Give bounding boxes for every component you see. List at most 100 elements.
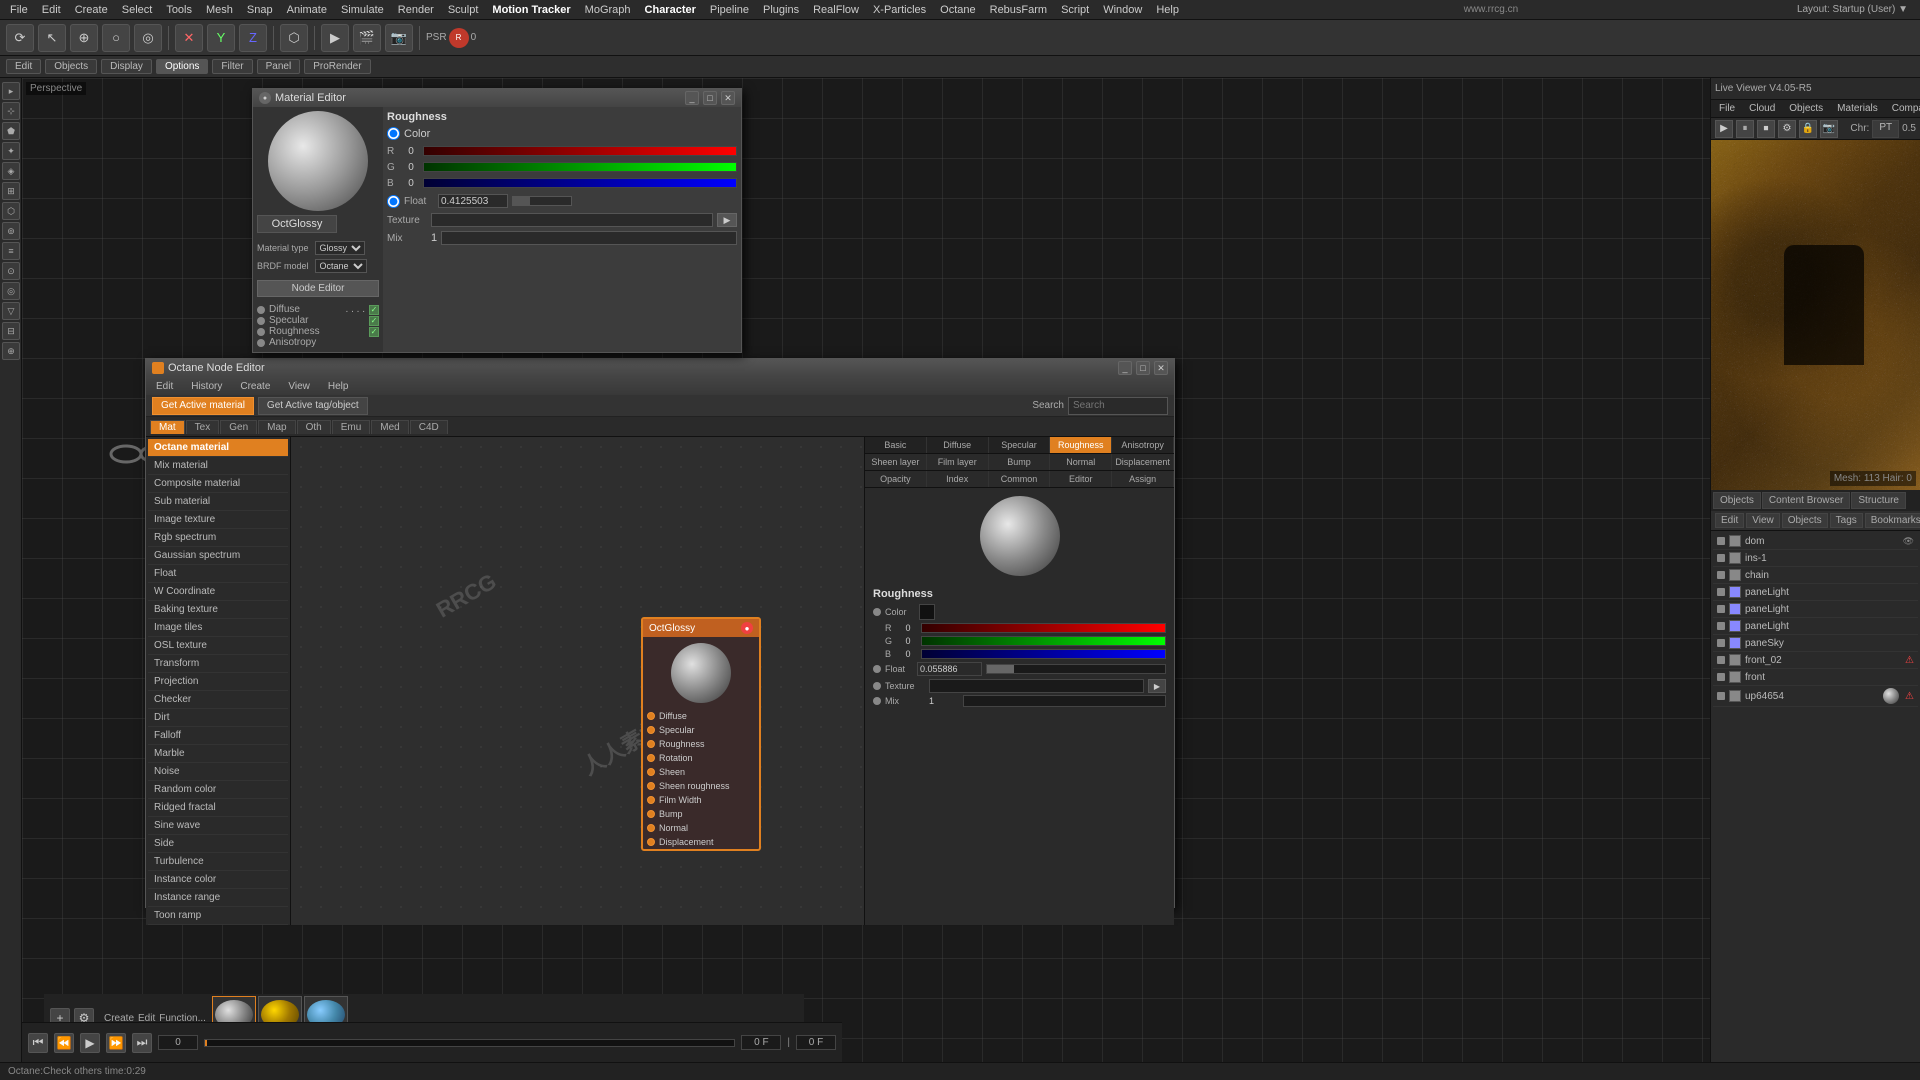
rp-item-panelight2[interactable]: paneLight — [1713, 601, 1918, 618]
ne-mat-osl[interactable]: OSL texture — [148, 637, 288, 655]
left-icon-9[interactable]: ≡ — [2, 242, 20, 260]
ne-tab-editor[interactable]: Editor — [1050, 471, 1112, 487]
ne-float-slider[interactable] — [986, 664, 1166, 674]
ne-tab-oth[interactable]: Oth — [297, 420, 331, 434]
g-slider-track[interactable] — [423, 162, 737, 172]
rp-bookmarks-btn[interactable]: Bookmarks — [1865, 513, 1920, 528]
ne-tab-c4d[interactable]: C4D — [410, 420, 448, 434]
render-btn[interactable]: ▶ — [321, 24, 349, 52]
ne-mat-dirt[interactable]: Dirt — [148, 709, 288, 727]
rotate-tool[interactable]: ⟳ — [6, 24, 34, 52]
menu-animate[interactable]: Animate — [281, 2, 333, 18]
ne-maximize[interactable]: □ — [1136, 361, 1150, 375]
y-axis[interactable]: Y — [207, 24, 235, 52]
menu-edit[interactable]: Edit — [36, 2, 67, 18]
ne-tab-common[interactable]: Common — [989, 471, 1051, 487]
ne-mat-ridged[interactable]: Ridged fractal — [148, 799, 288, 817]
ne-mat-image-tiles[interactable]: Image tiles — [148, 619, 288, 637]
mat-editor-close[interactable]: ✕ — [721, 91, 735, 105]
ne-mat-instance-color[interactable]: Instance color — [148, 871, 288, 889]
sec-options[interactable]: Options — [156, 59, 208, 74]
ne-mat-side[interactable]: Side — [148, 835, 288, 853]
ne-color-swatch[interactable] — [919, 604, 935, 620]
menu-help[interactable]: Help — [1150, 2, 1185, 18]
ne-b-slider[interactable] — [921, 649, 1166, 659]
ne-minimize[interactable]: _ — [1118, 361, 1132, 375]
menu-xparticles[interactable]: X-Particles — [867, 2, 932, 18]
menu-tools[interactable]: Tools — [160, 2, 198, 18]
oct-menu-compare[interactable]: Compare — [1888, 103, 1920, 114]
play-back-btn[interactable]: ⏮ — [28, 1033, 48, 1053]
menu-character[interactable]: Character — [639, 2, 702, 18]
b-slider-track[interactable] — [423, 178, 737, 188]
oct-pause-icon[interactable]: ⏸ — [1736, 120, 1754, 138]
render-settings[interactable]: 📷 — [385, 24, 413, 52]
mat-editor-minimize[interactable]: _ — [685, 91, 699, 105]
ne-menu-create[interactable]: Create — [236, 381, 274, 392]
ne-mat-instance-range[interactable]: Instance range — [148, 889, 288, 907]
rp-item-front02[interactable]: front_02 ⚠ — [1713, 652, 1918, 669]
ne-mat-image-tex[interactable]: Image texture — [148, 511, 288, 529]
ne-tab-gen[interactable]: Gen — [220, 420, 257, 434]
menu-pipeline[interactable]: Pipeline — [704, 2, 755, 18]
float-slider[interactable] — [512, 196, 572, 206]
ne-tab-opacity[interactable]: Opacity — [865, 471, 927, 487]
ne-menu-history[interactable]: History — [187, 381, 226, 392]
float-input[interactable] — [438, 194, 508, 208]
move-tool[interactable]: ↖ — [38, 24, 66, 52]
ne-tab-sheen-layer[interactable]: Sheen layer — [865, 454, 927, 470]
ne-mat-turbulence[interactable]: Turbulence — [148, 853, 288, 871]
rp-item-panesky[interactable]: paneSky — [1713, 635, 1918, 652]
add-tool[interactable]: ⊕ — [70, 24, 98, 52]
texture-input[interactable] — [431, 213, 713, 227]
left-icon-6[interactable]: ⊞ — [2, 182, 20, 200]
specular-check[interactable]: ✓ — [369, 316, 379, 326]
left-icon-2[interactable]: ⊹ — [2, 102, 20, 120]
left-icon-13[interactable]: ⊟ — [2, 322, 20, 340]
ne-mat-falloff[interactable]: Falloff — [148, 727, 288, 745]
node-editor-titlebar[interactable]: Octane Node Editor _ □ ✕ — [146, 359, 1174, 377]
ne-mat-checker[interactable]: Checker — [148, 691, 288, 709]
ne-tab-roughness[interactable]: Roughness — [1050, 437, 1112, 453]
rp-tab-browser[interactable]: Content Browser — [1762, 492, 1850, 509]
get-active-tag-btn[interactable]: Get Active tag/object — [258, 397, 368, 415]
play-forward-btn[interactable]: ⏭ — [132, 1033, 152, 1053]
target-tool[interactable]: ◎ — [134, 24, 162, 52]
ne-mat-marble[interactable]: Marble — [148, 745, 288, 763]
ne-tex-input[interactable] — [929, 679, 1144, 693]
ne-mat-composite[interactable]: Composite material — [148, 475, 288, 493]
menu-simulate[interactable]: Simulate — [335, 2, 390, 18]
r-slider-track[interactable] — [423, 146, 737, 156]
menu-render[interactable]: Render — [392, 2, 440, 18]
ne-search-input[interactable] — [1068, 397, 1168, 415]
menu-plugins[interactable]: Plugins — [757, 2, 805, 18]
material-editor-titlebar[interactable]: ● Material Editor _ □ ✕ — [253, 89, 741, 107]
mat-brdf-select[interactable]: Octane — [315, 259, 367, 273]
diffuse-check[interactable]: ✓ — [369, 305, 379, 315]
oct-menu-objects[interactable]: Objects — [1785, 103, 1827, 114]
menu-rebusfarm[interactable]: RebusFarm — [984, 2, 1053, 18]
ne-mix-slider[interactable] — [963, 695, 1166, 707]
ne-tab-diffuse[interactable]: Diffuse — [927, 437, 989, 453]
ne-tab-med[interactable]: Med — [371, 420, 408, 434]
left-icon-5[interactable]: ◈ — [2, 162, 20, 180]
rp-item-ins1[interactable]: ins-1 — [1713, 550, 1918, 567]
rp-item-up64654[interactable]: up64654 ⚠ — [1713, 686, 1918, 707]
sec-objects[interactable]: Objects — [45, 59, 97, 74]
left-icon-3[interactable]: ⬟ — [2, 122, 20, 140]
rp-item-front[interactable]: front — [1713, 669, 1918, 686]
oct-settings-icon[interactable]: ⚙ — [1778, 120, 1796, 138]
menu-snap[interactable]: Snap — [241, 2, 279, 18]
left-icon-1[interactable]: ▸ — [2, 82, 20, 100]
menu-mograph[interactable]: MoGraph — [579, 2, 637, 18]
rp-item-panelight1[interactable]: paneLight — [1713, 584, 1918, 601]
mix-slider[interactable] — [441, 231, 737, 245]
oct-camera-icon[interactable]: 📷 — [1820, 120, 1838, 138]
mat-editor-maximize[interactable]: □ — [703, 91, 717, 105]
ne-mat-projection[interactable]: Projection — [148, 673, 288, 691]
hex-tool[interactable]: ⬡ — [280, 24, 308, 52]
menu-sculpt[interactable]: Sculpt — [442, 2, 485, 18]
mat-type-select[interactable]: Glossy — [315, 241, 365, 255]
menu-octane[interactable]: Octane — [934, 2, 981, 18]
chr-mode-btn[interactable]: PT — [1872, 120, 1899, 138]
